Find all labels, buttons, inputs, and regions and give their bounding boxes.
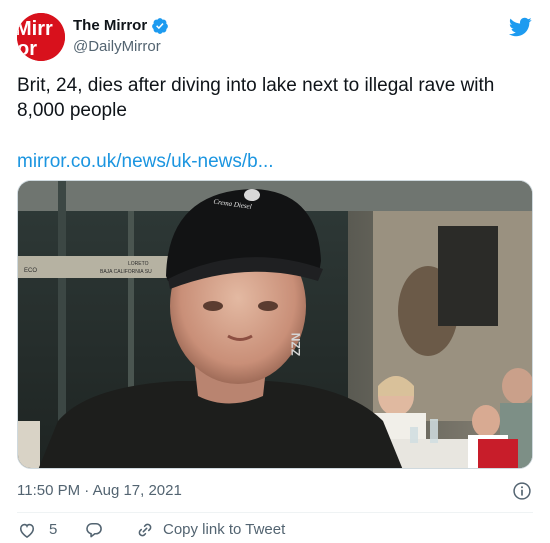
- avatar-logo-line1: Mirr: [17, 18, 53, 40]
- reply-button[interactable]: [84, 520, 104, 540]
- tweet-timestamp[interactable]: 11:50 PM · Aug 17, 2021: [17, 481, 182, 501]
- verified-badge-icon: [152, 18, 169, 34]
- avatar-logo-line2: or: [17, 38, 37, 60]
- twitter-bird-icon[interactable]: [508, 15, 532, 39]
- heart-icon: [19, 523, 35, 539]
- info-icon[interactable]: [512, 481, 532, 501]
- tweet-text: Brit, 24, dies after diving into lake ne…: [17, 75, 495, 121]
- photo-man-in-cap: ECO LORETO BAJA CALIFORNIA SU Crema Dies…: [18, 181, 532, 468]
- article-link[interactable]: mirror.co.uk/news/uk-news/b...: [17, 149, 274, 174]
- author-name-row[interactable]: The Mirror: [73, 16, 169, 36]
- shop-sign-line2: BAJA CALIFORNIA SU: [100, 269, 152, 275]
- author-handle[interactable]: @DailyMirror: [73, 37, 161, 57]
- shop-sign-fragment: ECO: [24, 268, 37, 274]
- copy-link-label: Copy link to Tweet: [163, 521, 286, 538]
- display-name[interactable]: The Mirror: [73, 16, 147, 36]
- like-button[interactable]: 5: [17, 520, 57, 540]
- mirror-logo-icon: Mirr or: [17, 13, 65, 61]
- like-count: 5: [49, 521, 58, 538]
- link-icon: [138, 523, 152, 537]
- avatar[interactable]: Mirr or: [17, 13, 65, 61]
- action-divider: [17, 512, 533, 513]
- tweet-card: Mirr or The Mirror @DailyMirror Brit, 24…: [0, 0, 550, 543]
- reply-icon: [86, 522, 102, 538]
- wall-text: ZZN: [289, 333, 303, 356]
- shop-sign-line1: LORETO: [128, 261, 149, 267]
- tweet-media-image[interactable]: ECO LORETO BAJA CALIFORNIA SU Crema Dies…: [17, 180, 533, 469]
- copy-link-button[interactable]: Copy link to Tweet: [135, 520, 285, 540]
